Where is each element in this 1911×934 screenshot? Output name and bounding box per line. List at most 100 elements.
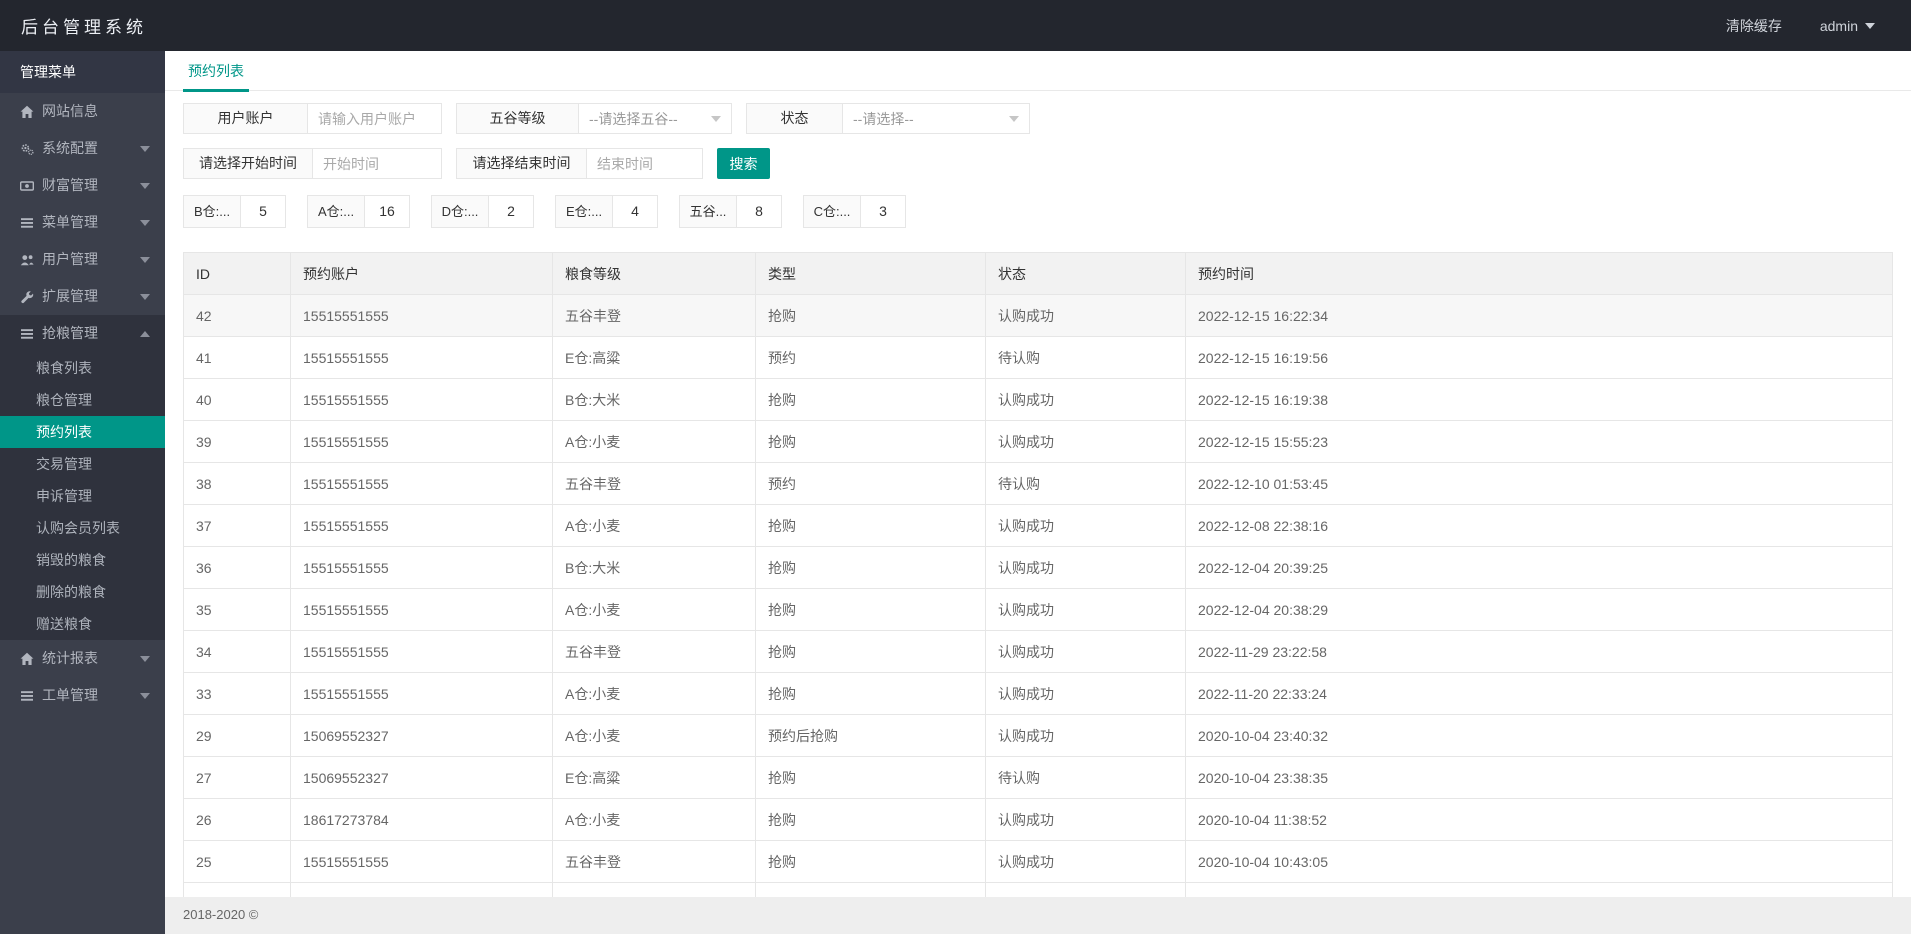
table-cell: 37 xyxy=(183,504,291,547)
sidebar-title: 管理菜单 xyxy=(0,51,165,93)
table-cell: 认购成功 xyxy=(985,840,1186,883)
wrench-icon xyxy=(20,290,38,304)
sidebar-item-label: 用户管理 xyxy=(42,251,98,267)
table-cell: A仓:小麦 xyxy=(552,798,756,841)
table-row: 33 15515551555 A仓:小麦 抢购 认购成功 2022-11-20 22:33… xyxy=(183,672,1893,715)
sidebar-subitem-认购会员列表[interactable]: 认购会员列表 xyxy=(0,512,165,544)
sidebar-submenu: 粮食列表 粮仓管理 预约列表 交易管理 申诉管理 认购会员列表 销毁的粮食 删除的粮食 赠送粮食 xyxy=(0,352,165,640)
table-cell: 2022-11-29 23:22:58 xyxy=(1185,630,1893,673)
sidebar-item-抢粮管理[interactable]: 抢粮管理 xyxy=(0,315,165,352)
sidebar-subitem-销毁的粮食[interactable]: 销毁的粮食 xyxy=(0,544,165,576)
table-cell: 待认购 xyxy=(985,462,1186,505)
table-row: 34 15515551555 五谷丰登 抢购 认购成功 2022-11-29 23:22:… xyxy=(183,630,1893,673)
sidebar-subitem-申诉管理[interactable]: 申诉管理 xyxy=(0,480,165,512)
table-cell: 抢购 xyxy=(755,672,986,715)
sidebar-subitem-粮仓管理[interactable]: 粮仓管理 xyxy=(0,384,165,416)
table-cell: 认购成功 xyxy=(985,714,1186,757)
table-cell: 34 xyxy=(183,630,291,673)
chevron-down-icon xyxy=(1865,22,1875,29)
grain-level-selected-value: --请选择五谷-- xyxy=(589,110,678,127)
table-cell: 抢购 xyxy=(755,294,986,337)
filter-field xyxy=(313,149,441,178)
chevron-down-icon xyxy=(140,294,150,300)
table-cell: B仓:大米 xyxy=(552,546,756,589)
table-cell: 15515551555 xyxy=(290,630,553,673)
start-time-input[interactable] xyxy=(313,149,441,178)
table-cell xyxy=(183,882,291,897)
table-cell: 抢购 xyxy=(755,504,986,547)
table-cell: 抢购 xyxy=(755,588,986,631)
header-actions: 清除缓存 admin xyxy=(1726,16,1911,36)
filter-field xyxy=(587,149,702,178)
table-cell: 预约后抢购 xyxy=(755,714,986,757)
sidebar-item-菜单管理[interactable]: 菜单管理 xyxy=(0,204,165,241)
sidebar-subitem-预约列表[interactable]: 预约列表 xyxy=(0,416,165,448)
user-name-label: admin xyxy=(1819,17,1858,34)
table-cell: 29 xyxy=(183,714,291,757)
table-cell: 40 xyxy=(183,378,291,421)
records-table: ID 预约账户 粮食等级 类型 状态 预约时间 42 15515551555 五谷丰登 抢购 认购… xyxy=(183,252,1893,897)
stat-value: 2 xyxy=(507,203,515,219)
chevron-down-icon xyxy=(1009,116,1019,122)
sidebar-subitem-交易管理[interactable]: 交易管理 xyxy=(0,448,165,480)
table-cell: 2022-12-10 01:53:45 xyxy=(1185,462,1893,505)
table-row: 38 15515551555 五谷丰登 预约 待认购 2022-12-10 01:53:4… xyxy=(183,462,1893,505)
sidebar-item-扩展管理[interactable]: 扩展管理 xyxy=(0,278,165,315)
table-cell: 认购成功 xyxy=(985,420,1186,463)
sidebar-subitem-删除的粮食[interactable]: 删除的粮食 xyxy=(0,576,165,608)
app-title: 后台管理系统 xyxy=(21,18,147,37)
table-cell: 抢购 xyxy=(755,756,986,799)
tab-reservation-list[interactable]: 预约列表 xyxy=(183,51,249,92)
table-cell: 2020-10-04 23:40:32 xyxy=(1185,714,1893,757)
search-button[interactable]: 搜索 xyxy=(717,148,770,179)
table-cell xyxy=(290,882,553,897)
table-cell: 2022-12-15 16:19:38 xyxy=(1185,378,1893,421)
end-time-input[interactable] xyxy=(587,149,702,178)
table-cell: 五谷丰登 xyxy=(552,294,756,337)
table-cell: 15515551555 xyxy=(290,378,553,421)
sidebar-menu: 网站信息系统配置财富管理 菜单管理用户管理扩展管理 抢粮管理 粮食列表 粮仓管理 预约列表… xyxy=(0,93,165,714)
sidebar-item-label: 系统配置 xyxy=(42,140,98,156)
filter-end-time: 请选择结束时间 xyxy=(456,148,703,179)
status-select[interactable]: --请选择-- xyxy=(843,104,1029,133)
clear-cache-button[interactable]: 清除缓存 xyxy=(1726,16,1782,36)
sidebar-item-统计报表[interactable]: 统计报表 xyxy=(0,640,165,677)
sidebar-item-系统配置[interactable]: 系统配置 xyxy=(0,130,165,167)
chevron-down-icon xyxy=(140,220,150,226)
grain-level-select[interactable]: --请选择五谷-- xyxy=(579,104,731,133)
column-header: 粮食等级 xyxy=(552,252,756,295)
table-cell: 五谷丰登 xyxy=(552,840,756,883)
stat-box: C仓:... 3 xyxy=(803,195,906,228)
table-cell: 抢购 xyxy=(755,630,986,673)
table-row: 42 15515551555 五谷丰登 抢购 认购成功 2022-12-15 16:22:… xyxy=(183,294,1893,337)
table-cell: 18617273784 xyxy=(290,798,553,841)
table-row: 26 18617273784 A仓:小麦 抢购 认购成功 2020-10-04 11:38… xyxy=(183,798,1893,841)
column-header: 类型 xyxy=(755,252,986,295)
sidebar-item-用户管理[interactable]: 用户管理 xyxy=(0,241,165,278)
chevron-down-icon xyxy=(140,146,150,152)
table-cell: 2022-12-04 20:38:29 xyxy=(1185,588,1893,631)
column-header: ID xyxy=(183,252,291,295)
filter-status: 状态 --请选择-- xyxy=(746,103,1030,134)
table-cell: 认购成功 xyxy=(985,630,1186,673)
sidebar-subitem-粮食列表[interactable]: 粮食列表 xyxy=(0,352,165,384)
sidebar-item-财富管理[interactable]: 财富管理 xyxy=(0,167,165,204)
table-cell: 36 xyxy=(183,546,291,589)
sidebar-item-网站信息[interactable]: 网站信息 xyxy=(0,93,165,130)
stat-label: 五谷... xyxy=(680,196,737,227)
stat-value: 8 xyxy=(755,203,763,219)
sidebar-item-工单管理[interactable]: 工单管理 xyxy=(0,677,165,714)
table-cell: 2020-10-04 11:38:52 xyxy=(1185,798,1893,841)
sidebar-item-label: 网站信息 xyxy=(42,103,98,119)
table-cell: A仓:小麦 xyxy=(552,504,756,547)
user-account-input[interactable] xyxy=(308,104,441,133)
table-row-partial xyxy=(183,882,1893,897)
table-cell: 15515551555 xyxy=(290,672,553,715)
user-menu-button[interactable]: admin xyxy=(1820,18,1875,34)
table-cell: 抢购 xyxy=(755,546,986,589)
stat-label: D仓:... xyxy=(432,196,489,227)
sidebar-subitem-赠送粮食[interactable]: 赠送粮食 xyxy=(0,608,165,640)
table-cell: 2022-12-15 16:22:34 xyxy=(1185,294,1893,337)
filter-start-time: 请选择开始时间 xyxy=(183,148,442,179)
money-icon xyxy=(20,179,38,193)
